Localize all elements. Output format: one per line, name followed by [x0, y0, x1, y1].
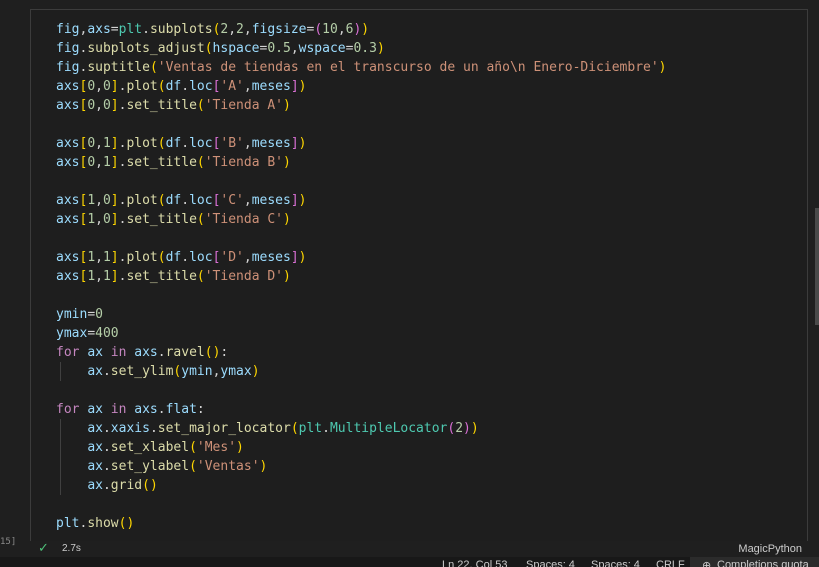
code-line: fig.suptitle('Ventas de tiendas en el tr…	[56, 60, 667, 75]
cell-language-button[interactable]: MagicPython	[738, 543, 802, 555]
code-line: ax.set_xlabel('Mes')	[87, 440, 244, 455]
execution-time: 2.7s	[62, 543, 81, 554]
code-line: fig,axs=plt.subplots(2,2,figsize=(10,6))	[56, 22, 370, 37]
code-line: for ax in axs.ravel():	[56, 345, 229, 360]
code-line: ax.xaxis.set_major_locator(plt.MultipleL…	[87, 421, 479, 436]
cell-status-row: ✓ 2.7s MagicPython	[30, 540, 808, 557]
code-line: ax.set_ylim(ymin,ymax)	[87, 364, 260, 379]
code-line: ax.set_ylabel('Ventas')	[87, 459, 268, 474]
code-line: ymin=0	[56, 307, 103, 322]
cursor-position[interactable]: Ln 22, Col 53	[442, 559, 507, 567]
code-line: fig.subplots_adjust(hspace=0.5,wspace=0.…	[56, 41, 385, 56]
code-line: axs[0,1].set_title('Tienda B')	[56, 155, 291, 170]
code-line: axs[0,1].plot(df.loc['B',meses])	[56, 136, 307, 151]
copilot-icon: ⊕	[702, 560, 712, 567]
execution-count: 15]	[0, 537, 17, 547]
code-line: ymax=400	[56, 326, 119, 341]
check-icon: ✓	[38, 541, 49, 556]
indentation-status-2[interactable]: Spaces: 4	[591, 559, 640, 567]
line-ending-status[interactable]: CRLF	[656, 559, 685, 567]
code-line: plt.show()	[56, 516, 135, 531]
completions-quota-label: Completions quota	[717, 559, 809, 567]
code-line: axs[1,0].plot(df.loc['C',meses])	[56, 193, 307, 208]
code-line: axs[1,1].plot(df.loc['D',meses])	[56, 250, 307, 265]
code-line: ax.grid()	[87, 478, 158, 493]
code-line: axs[1,0].set_title('Tienda C')	[56, 212, 291, 227]
status-bar: Ln 22, Col 53 Spaces: 4 Spaces: 4 CRLF ⊕…	[0, 557, 819, 567]
code-editor[interactable]: fig,axs=plt.subplots(2,2,figsize=(10,6))…	[56, 20, 667, 533]
code-line: axs[1,1].set_title('Tienda D')	[56, 269, 291, 284]
vertical-scrollbar-thumb[interactable]	[815, 208, 819, 325]
indentation-status[interactable]: Spaces: 4	[526, 559, 575, 567]
code-line: for ax in axs.flat:	[56, 402, 205, 417]
code-line: axs[0,0].plot(df.loc['A',meses])	[56, 79, 307, 94]
code-line: axs[0,0].set_title('Tienda A')	[56, 98, 291, 113]
copilot-status-item[interactable]: ⊕ Completions quota	[690, 557, 819, 567]
